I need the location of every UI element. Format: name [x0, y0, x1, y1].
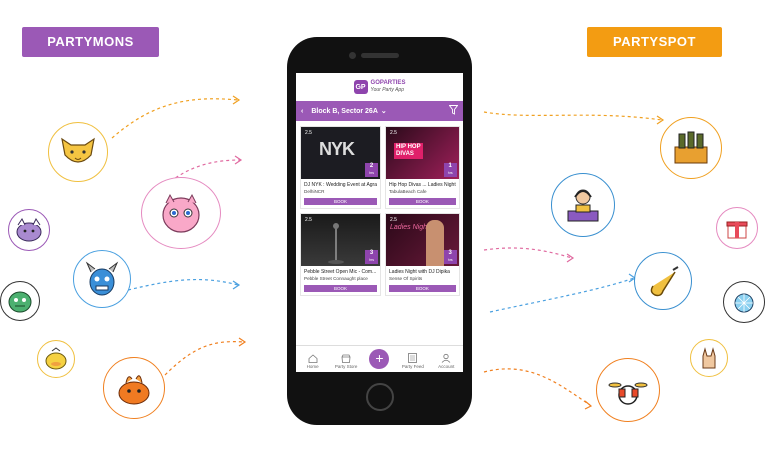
- jigglypuff-icon: [141, 177, 221, 249]
- orange-creature-icon: [103, 357, 165, 419]
- tab-add[interactable]: +: [364, 349, 394, 369]
- dj-icon: [551, 173, 615, 237]
- yellow-duck-icon: [37, 340, 75, 378]
- location-bar[interactable]: ‹ Block B, Sector 26A ⌄: [296, 101, 463, 121]
- account-icon: [441, 353, 451, 363]
- ladies-night-artwork: Ladies Night: [390, 224, 429, 231]
- phone-mockup: GP GOPARTIES Your Party App ‹ Block B, S…: [287, 37, 472, 425]
- bottles-crate-icon: [660, 117, 722, 179]
- book-button[interactable]: BOOK: [389, 285, 456, 292]
- tab-party-store[interactable]: Party Store: [331, 354, 361, 369]
- duration-unit: hrs: [447, 171, 453, 175]
- event-thumbnail[interactable]: 2.5 HIP HOP DIVAS 1 hrs: [386, 127, 459, 179]
- event-rating: 2.5: [305, 217, 312, 223]
- dj-portrait: [426, 220, 445, 266]
- duration-badge: 3 hrs: [365, 250, 379, 264]
- filter-icon[interactable]: [448, 105, 459, 117]
- back-arrow-icon[interactable]: ‹: [301, 108, 303, 115]
- event-title: Pebble Street Open Mic - Com...: [304, 269, 377, 275]
- partyspot-label: PARTYSPOT: [587, 27, 722, 57]
- speaker: [361, 53, 399, 58]
- goparties-logo: GP GOPARTIES Your Party App: [353, 80, 406, 94]
- event-title: DJ NYK : Wedding Event at Agra: [304, 182, 378, 188]
- logo-name: GOPARTIES: [370, 80, 406, 86]
- event-title: Ladies Night with DJ Dipika: [389, 269, 450, 275]
- bottom-tab-bar: Home Party Store + Party Feed Account: [296, 345, 463, 372]
- event-venue: TabulaBeach Cafe: [389, 189, 427, 194]
- duration-unit: hrs: [447, 258, 453, 262]
- app-screen: GP GOPARTIES Your Party App ‹ Block B, S…: [296, 73, 463, 372]
- event-venue: Sense Of Spirits: [389, 276, 423, 281]
- event-grid: 2.5 NYK 2 hrs DJ NYK : Wedding Event at A…: [296, 121, 463, 296]
- gift-icon: [716, 207, 758, 249]
- fox-pokemon-icon: [48, 122, 108, 182]
- duration-value: 1: [448, 163, 452, 169]
- hip-hop-divas-artwork: HIP HOP DIVAS: [394, 143, 423, 159]
- duration-badge: 2 hrs: [365, 163, 379, 177]
- duration-value: 3: [448, 250, 452, 256]
- store-icon: [341, 354, 351, 363]
- drum-kit-icon: [596, 358, 660, 422]
- location-label[interactable]: Block B, Sector 26A: [311, 108, 378, 115]
- partymons-label: PARTYMONS: [22, 27, 159, 57]
- event-venue: Pebble Street Connaught place: [304, 276, 368, 281]
- tab-label: Account: [438, 364, 455, 369]
- duration-value: 3: [369, 250, 374, 256]
- chevron-down-icon[interactable]: ⌄: [381, 107, 387, 115]
- duration-unit: hrs: [369, 258, 374, 262]
- event-card[interactable]: 2.5 Ladies Night 3 hrs Ladies Night with …: [385, 213, 460, 296]
- event-card[interactable]: 2.5 NYK 2 hrs DJ NYK : Wedding Event at A…: [300, 126, 382, 209]
- tab-home[interactable]: Home: [298, 354, 328, 369]
- book-button[interactable]: BOOK: [304, 198, 378, 205]
- tab-party-feed[interactable]: Party Feed: [398, 353, 428, 369]
- camera-icon: [349, 52, 356, 59]
- duration-badge: 1 hrs: [443, 163, 457, 177]
- blue-creature-icon: [73, 250, 131, 308]
- home-icon: [308, 354, 318, 363]
- add-icon[interactable]: +: [369, 349, 390, 369]
- tab-label: Home: [306, 364, 319, 369]
- app-header: GP GOPARTIES Your Party App: [296, 73, 463, 101]
- duration-value: 2: [369, 163, 374, 169]
- event-rating: 2.5: [305, 130, 312, 136]
- guitar-icon: [634, 252, 692, 310]
- event-title: Hip Hop Divas ... Ladies Night: [389, 182, 456, 188]
- event-card[interactable]: 2.5 HIP HOP DIVAS 1 hrs Hip Hop Divas ... …: [385, 126, 460, 209]
- event-rating: 2.5: [390, 130, 397, 136]
- event-thumbnail[interactable]: 2.5 3 hrs: [301, 214, 381, 266]
- event-rating: 2.5: [390, 217, 397, 223]
- event-thumbnail[interactable]: 2.5 NYK 2 hrs: [301, 127, 381, 179]
- feed-icon: [408, 353, 418, 363]
- event-card[interactable]: 2.5 3 hrs Pebble Street Open Mic - Com...…: [300, 213, 382, 296]
- book-button[interactable]: BOOK: [389, 198, 456, 205]
- logo-tagline: Your Party App: [370, 87, 404, 93]
- event-thumbnail[interactable]: 2.5 Ladies Night 3 hrs: [386, 214, 459, 266]
- purple-creature-icon: [8, 209, 50, 251]
- green-creature-icon: [0, 281, 40, 321]
- logo-mark: GP: [353, 80, 368, 94]
- nyk-artwork: NYK: [319, 139, 355, 159]
- tab-account[interactable]: Account: [431, 353, 461, 369]
- tab-label: Party Store: [334, 364, 358, 369]
- home-button[interactable]: [366, 383, 394, 411]
- duration-badge: 3 hrs: [443, 250, 457, 264]
- tab-label: Party Feed: [401, 364, 424, 369]
- rock-hand-icon: [690, 339, 728, 377]
- book-button[interactable]: BOOK: [304, 285, 378, 292]
- disco-ball-icon: [723, 281, 765, 323]
- duration-unit: hrs: [369, 171, 374, 175]
- microphone-artwork: [328, 223, 344, 264]
- event-venue: DelhiNCR: [304, 189, 325, 194]
